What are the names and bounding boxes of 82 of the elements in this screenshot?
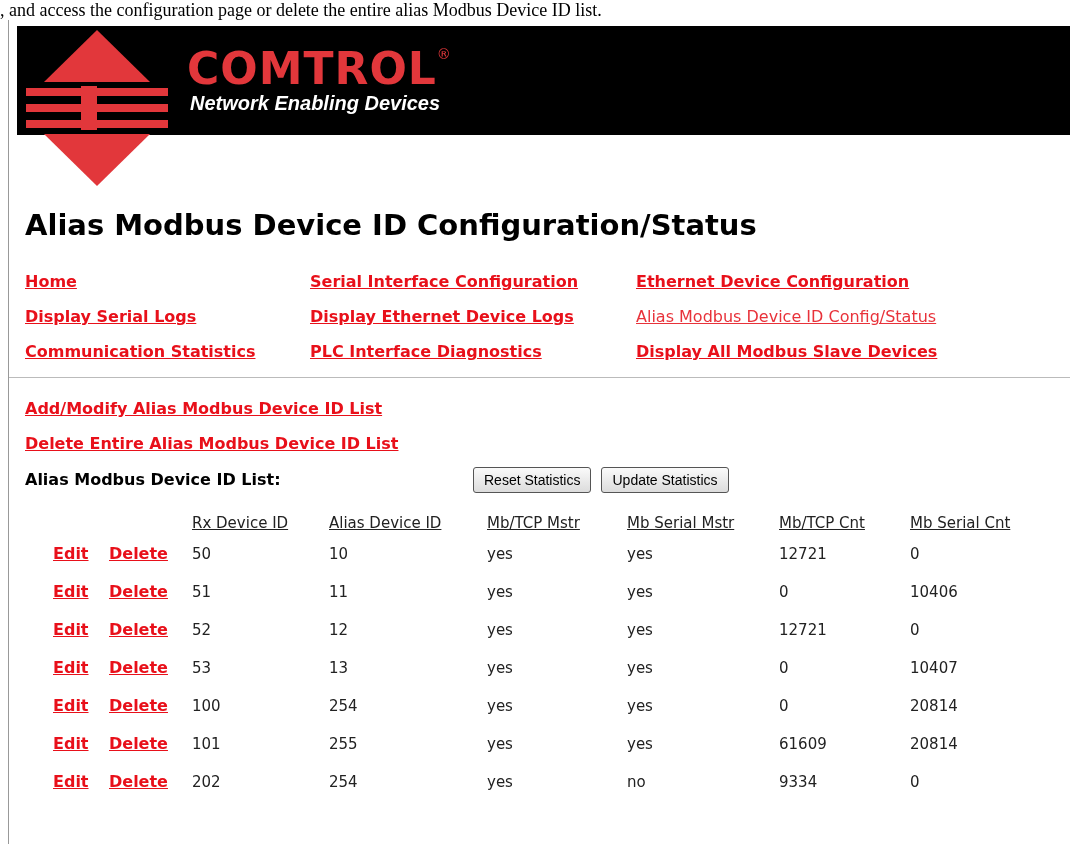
column-header: Mb Serial Mstr xyxy=(627,514,735,532)
table-cell: yes xyxy=(487,583,513,601)
table-cell: 10 xyxy=(329,545,349,563)
table-cell: 12721 xyxy=(779,621,827,639)
table-cell: yes xyxy=(487,697,513,715)
table-cell: 10407 xyxy=(910,659,958,677)
action-link[interactable]: Delete Entire Alias Modbus Device ID List xyxy=(25,433,399,455)
table-cell: 11 xyxy=(329,583,349,601)
table-cell: yes xyxy=(627,621,653,639)
column-header: Mb Serial Cnt xyxy=(910,514,1011,532)
registered-mark: ® xyxy=(436,46,451,61)
delete-link[interactable]: Delete xyxy=(109,734,168,753)
table-cell: yes xyxy=(627,583,653,601)
table-cell: yes xyxy=(627,659,653,677)
table-cell: 13 xyxy=(329,659,349,677)
edit-link[interactable]: Edit xyxy=(53,696,89,715)
table-cell: 0 xyxy=(910,545,920,563)
table-cell: 0 xyxy=(779,697,789,715)
table-cell: yes xyxy=(487,621,513,639)
delete-link[interactable]: Delete xyxy=(109,658,168,677)
table-cell: 52 xyxy=(192,621,212,639)
nav-link[interactable]: Serial Interface Configuration xyxy=(310,271,579,293)
delete-link[interactable]: Delete xyxy=(109,620,168,639)
list-label: Alias Modbus Device ID List: xyxy=(25,469,282,491)
table-cell: 53 xyxy=(192,659,212,677)
nav-link[interactable]: Display Ethernet Device Logs xyxy=(310,306,574,328)
table-cell: 0 xyxy=(910,773,920,791)
table-cell: 12 xyxy=(329,621,349,639)
table-cell: 20814 xyxy=(910,735,958,753)
table-cell: yes xyxy=(627,735,653,753)
table-cell: 50 xyxy=(192,545,212,563)
table-cell: 10406 xyxy=(910,583,958,601)
delete-link[interactable]: Delete xyxy=(109,696,168,715)
intro-text: , and access the configuration page or delete the entire alias Modbus Device ID list. xyxy=(0,0,603,20)
table-cell: 254 xyxy=(329,697,358,715)
action-link[interactable]: Add/Modify Alias Modbus Device ID List xyxy=(25,398,383,420)
table-cell: 20814 xyxy=(910,697,958,715)
table-cell: 0 xyxy=(779,583,789,601)
edit-link[interactable]: Edit xyxy=(53,582,89,601)
table-cell: 0 xyxy=(910,621,920,639)
table-cell: yes xyxy=(627,697,653,715)
table-cell: yes xyxy=(487,659,513,677)
column-header: Mb/TCP Mstr xyxy=(487,514,580,532)
edit-link[interactable]: Edit xyxy=(53,620,89,639)
table-cell: no xyxy=(627,773,646,791)
nav-link[interactable]: Display All Modbus Slave Devices xyxy=(636,341,938,363)
delete-link[interactable]: Delete xyxy=(109,772,168,791)
edit-link[interactable]: Edit xyxy=(53,734,89,753)
edit-link[interactable]: Edit xyxy=(53,544,89,563)
table-cell: 9334 xyxy=(779,773,818,791)
table-cell: 202 xyxy=(192,773,221,791)
column-header: Alias Device ID xyxy=(329,514,442,532)
delete-link[interactable]: Delete xyxy=(109,582,168,601)
table-cell: 100 xyxy=(192,697,221,715)
delete-link[interactable]: Delete xyxy=(109,544,168,563)
table-cell: 254 xyxy=(329,773,358,791)
table-cell: 51 xyxy=(192,583,212,601)
statistics-button[interactable]: Reset Statistics xyxy=(473,467,592,493)
nav-link[interactable]: Ethernet Device Configuration xyxy=(636,271,910,293)
table-cell: yes xyxy=(487,773,513,791)
table-cell: 61609 xyxy=(779,735,827,753)
table-cell: 12721 xyxy=(779,545,827,563)
table-cell: yes xyxy=(627,545,653,563)
nav-link[interactable]: Display Serial Logs xyxy=(25,306,197,328)
table-cell: yes xyxy=(487,735,513,753)
statistics-button[interactable]: Update Statistics xyxy=(601,467,729,493)
table-cell: 255 xyxy=(329,735,358,753)
table-cell: 0 xyxy=(779,659,789,677)
tagline: Network Enabling Devices xyxy=(189,90,442,115)
brand-name: COMTROL xyxy=(187,46,437,91)
nav-link[interactable]: Communication Statistics xyxy=(25,341,256,363)
column-header: Rx Device ID xyxy=(192,514,289,532)
nav-link[interactable]: Home xyxy=(25,271,77,293)
nav-link[interactable]: Alias Modbus Device ID Config/Status xyxy=(636,306,937,328)
page-title: Alias Modbus Device ID Configuration/Status xyxy=(25,207,758,243)
table-cell: yes xyxy=(487,545,513,563)
column-header: Mb/TCP Cnt xyxy=(779,514,865,532)
nav-link[interactable]: PLC Interface Diagnostics xyxy=(310,341,542,363)
edit-link[interactable]: Edit xyxy=(53,772,89,791)
table-cell: 101 xyxy=(192,735,221,753)
edit-link[interactable]: Edit xyxy=(53,658,89,677)
logo-icon xyxy=(26,30,168,186)
